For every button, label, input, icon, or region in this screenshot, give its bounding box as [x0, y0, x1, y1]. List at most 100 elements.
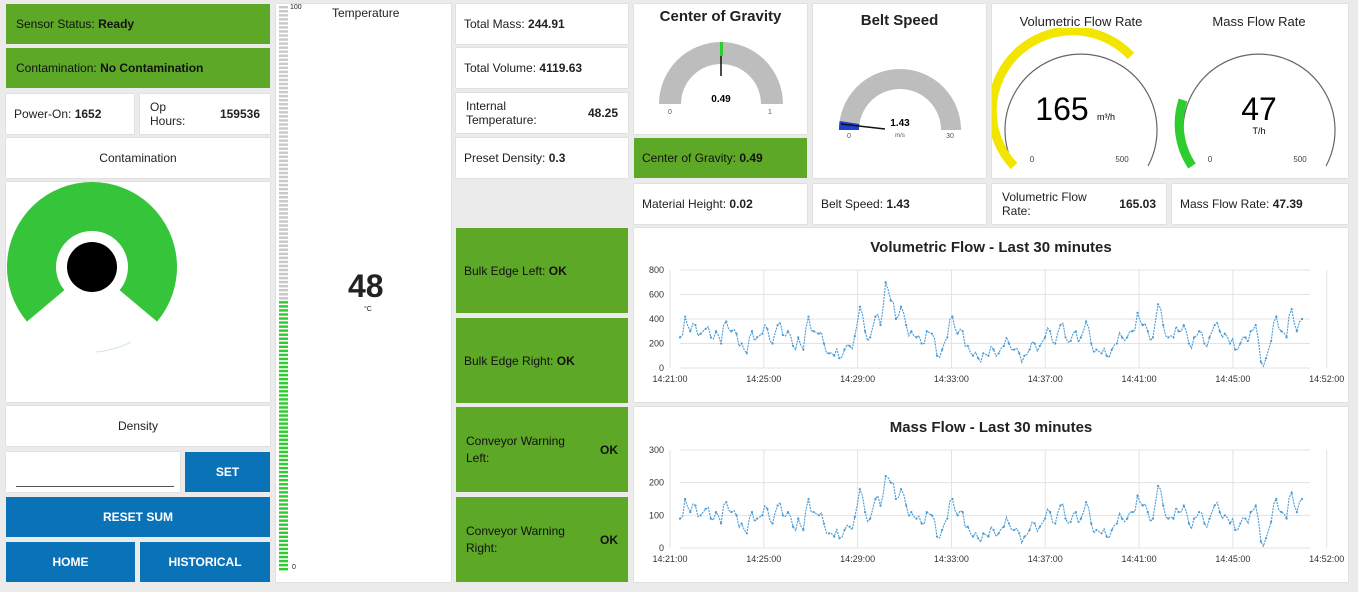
- temperature-bar-segment: [279, 276, 288, 280]
- x-tick-label: 14:52:00: [1309, 554, 1344, 564]
- conveyor-warning-right-label: Conveyor Warning Right:: [466, 523, 565, 555]
- data-point: [899, 305, 903, 308]
- belt-gauge-unit: m/s: [895, 133, 905, 139]
- temperature-bar-segment: [279, 309, 288, 312]
- data-point: [1069, 339, 1072, 343]
- conveyor-warning-right-value: OK: [600, 532, 618, 547]
- data-point: [966, 525, 969, 528]
- material-height-label: Material Height:: [642, 197, 727, 211]
- data-point: [966, 344, 969, 348]
- temperature-unit: °C: [364, 306, 372, 313]
- historical-button[interactable]: HISTORICAL: [140, 542, 270, 582]
- set-button[interactable]: SET: [185, 452, 270, 492]
- data-point: [1177, 330, 1180, 333]
- data-point: [1002, 525, 1005, 528]
- data-point: [684, 497, 687, 501]
- conveyor-warning-left-label: Conveyor Warning Left:: [466, 433, 565, 465]
- data-point: [905, 324, 908, 327]
- data-point: [889, 481, 892, 484]
- temperature-bar-segment: [279, 224, 288, 227]
- contamination-gauge-trace: [95, 341, 132, 353]
- contamination-title-box: Contamination: [6, 138, 270, 178]
- temperature-bar-segment: [279, 329, 288, 332]
- temperature-bar-segment: [279, 458, 288, 462]
- reset-sum-button[interactable]: RESET SUM: [6, 497, 270, 537]
- density-input[interactable]: [16, 462, 174, 487]
- internal-temperature-box: Internal Temperature: 48.25: [456, 93, 628, 133]
- data-point: [1295, 510, 1298, 514]
- data-point: [791, 344, 795, 348]
- data-point: [843, 348, 846, 351]
- temperature-bar-segment: [279, 143, 288, 146]
- data-point: [822, 342, 826, 345]
- data-point: [946, 336, 949, 339]
- x-tick-label: 14:33:00: [934, 554, 969, 564]
- temperature-bar-segment: [279, 438, 288, 442]
- y-tick-label: 200: [649, 339, 664, 349]
- temperature-bar-segment: [279, 547, 288, 551]
- temperature-bar-segment: [279, 244, 288, 247]
- temperature-bar-segment: [279, 535, 288, 539]
- data-point: [786, 330, 790, 333]
- temperature-bar-segment: [279, 394, 288, 397]
- data-point: [1110, 348, 1113, 351]
- data-point: [735, 514, 738, 517]
- data-point: [951, 315, 954, 318]
- op-hours-box: Op Hours: 159536: [140, 94, 270, 134]
- data-point: [817, 332, 820, 335]
- temperature-bar-segment: [279, 543, 288, 547]
- data-point: [1013, 348, 1016, 351]
- cog-gauge-min: 0: [668, 109, 672, 116]
- data-point: [1300, 497, 1304, 501]
- data-point: [920, 522, 923, 525]
- belt-gauge-min: 0: [847, 133, 851, 140]
- cog-gauge-title: Center of Gravity: [659, 8, 782, 25]
- contamination-status-label: Contamination:: [16, 61, 97, 75]
- data-point: [1275, 315, 1278, 318]
- temperature-bar: [279, 6, 289, 572]
- temperature-bar-segment: [279, 228, 288, 231]
- temperature-bar-segment: [279, 325, 288, 328]
- temperature-bar-segment: [279, 38, 288, 41]
- y-tick-label: 100: [649, 510, 664, 520]
- data-point: [1079, 517, 1083, 520]
- data-point: [1110, 528, 1113, 532]
- temperature-bar-segment: [279, 66, 288, 70]
- temperature-bar-segment: [279, 353, 288, 357]
- data-point: [1064, 336, 1067, 339]
- data-point: [910, 510, 913, 514]
- data-point: [992, 348, 995, 351]
- data-point: [1074, 510, 1077, 514]
- data-point: [971, 354, 975, 357]
- mass-gauge-value: 47: [1241, 91, 1277, 127]
- temperature-bar-segment: [279, 183, 288, 187]
- temperature-bar-segment: [279, 98, 288, 102]
- x-tick-label: 14:41:00: [1122, 554, 1157, 564]
- temperature-bar-segment: [279, 426, 288, 429]
- temperature-bar-segment: [279, 462, 288, 466]
- data-point: [1141, 324, 1144, 327]
- temperature-bar-segment: [279, 337, 288, 340]
- temperature-bar-segment: [279, 155, 288, 159]
- data-point: [884, 475, 887, 478]
- data-point: [1136, 494, 1139, 497]
- data-point: [766, 507, 769, 510]
- temperature-bar-segment: [279, 256, 288, 260]
- temperature-bar-segment: [279, 252, 288, 256]
- data-point: [704, 327, 707, 330]
- data-point: [1198, 330, 1201, 333]
- home-button[interactable]: HOME: [6, 542, 135, 582]
- data-point: [1234, 348, 1237, 351]
- belt-gauge-panel: Belt Speed 1.43 m/s 0 30: [813, 4, 986, 178]
- temperature-bar-segment: [279, 466, 288, 470]
- material-height-value: 0.02: [729, 197, 753, 211]
- temperature-bar-segment: [279, 179, 288, 183]
- data-point: [1254, 504, 1257, 507]
- temperature-bar-segment: [279, 293, 288, 296]
- series-line: [679, 475, 1303, 548]
- y-tick-label: 800: [649, 265, 664, 275]
- data-point: [1254, 324, 1257, 327]
- data-point: [1156, 303, 1160, 306]
- x-tick-label: 14:52:00: [1309, 374, 1344, 384]
- temperature-bar-segment: [279, 175, 288, 179]
